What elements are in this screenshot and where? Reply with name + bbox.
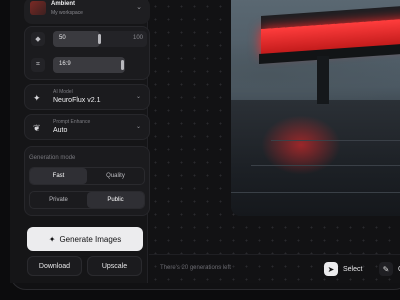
upscale-button[interactable]: Upscale	[87, 256, 142, 276]
speed-option-quality[interactable]: Quality	[87, 168, 144, 184]
cursor-icon: ➤	[324, 262, 338, 276]
workspace-subtitle: My workspace	[51, 10, 83, 16]
aspect-ratio-field[interactable]: 16:9	[53, 57, 125, 73]
speed-option-fast[interactable]: Fast	[30, 168, 87, 184]
crop-icon: ⌗	[31, 58, 45, 72]
leaf-icon: ❦	[33, 123, 41, 133]
chevron-down-icon: ⌄	[136, 4, 142, 11]
steps-value: 50	[59, 35, 66, 41]
ai-model-select[interactable]: ✦ AI Model NeuroFlux v2.1 ⌄	[24, 84, 150, 110]
workspace-name: Ambient	[51, 1, 75, 7]
select-tool[interactable]: ➤ Select	[324, 260, 362, 278]
prompt-enhance-label: Prompt Enhance	[53, 119, 91, 125]
canvas-toolbar: There's 20 generations left ➤ Select ✎ C	[149, 254, 400, 282]
download-button[interactable]: Download	[27, 256, 82, 276]
generation-mode-panel: Generation mode Fast Quality Private Pub…	[24, 146, 150, 216]
image-tile-line	[271, 140, 400, 141]
steps-slider-knob[interactable]	[98, 34, 101, 44]
chevron-down-icon: ⌄	[135, 124, 141, 130]
image-reflection	[261, 115, 341, 175]
prompt-enhance-select[interactable]: ❦ Prompt Enhance Auto ⌄	[24, 114, 150, 140]
visibility-option-public[interactable]: Public	[87, 192, 144, 208]
speed-toggle: Fast Quality	[29, 167, 145, 185]
pen-icon: ✎	[379, 262, 393, 276]
chevron-down-icon: ⌄	[135, 94, 141, 100]
steps-max: 100	[132, 35, 143, 41]
generated-image-preview[interactable]	[231, 0, 400, 216]
visibility-option-private[interactable]: Private	[30, 192, 87, 208]
sparkle-icon: ✦	[33, 93, 41, 103]
image-tile-line	[231, 192, 400, 193]
aspect-ratio-value: 16:9	[59, 61, 71, 67]
workspace-thumbnail	[30, 1, 46, 15]
visibility-toggle: Private Public	[29, 191, 145, 209]
parameters-panel: ◆ 50 100 ⌗ 16:9	[24, 26, 150, 80]
image-tile-line	[251, 165, 400, 166]
generation-mode-title: Generation mode	[29, 155, 76, 161]
image-house-pillar	[317, 56, 329, 104]
generate-images-button[interactable]: ✦ Generate Images	[27, 227, 143, 251]
generations-left-text: There's 20 generations left	[160, 265, 231, 271]
ai-model-value: NeuroFlux v2.1	[53, 97, 101, 104]
steps-slider[interactable]: 50 100	[53, 31, 147, 47]
ai-model-label: AI Model	[53, 89, 73, 95]
workspace-selector[interactable]: Ambient My workspace ⌄	[24, 0, 150, 24]
generate-images-label: Generate Images	[59, 234, 122, 244]
select-tool-label: Select	[343, 265, 363, 273]
sparkle-icon: ✦	[48, 234, 56, 244]
pen-tool[interactable]: ✎ C	[379, 260, 400, 278]
prompt-enhance-value: Auto	[53, 127, 68, 134]
aspect-ratio-knob[interactable]	[121, 60, 124, 70]
paint-bucket-icon: ◆	[31, 32, 45, 46]
